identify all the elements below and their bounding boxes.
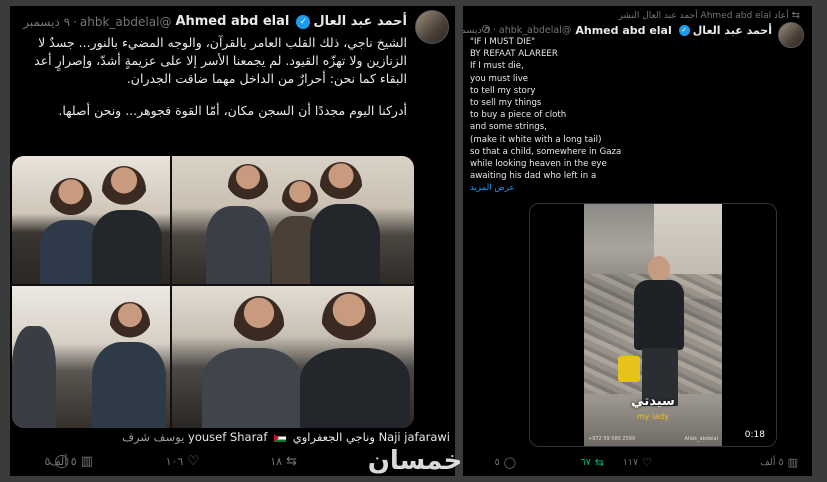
retweeted-by-label: أعاد Ahmed abd elal أحمد عبد العال النشر [618, 10, 789, 21]
like-count: ١٠٦ [165, 455, 184, 468]
author-handle[interactable]: @ahbk_abdelal [499, 25, 571, 36]
tag-yousef[interactable]: yousef Sharaf [188, 430, 267, 444]
video-credit-phone: +972 59 580 2599 [588, 436, 636, 442]
tweet-date[interactable]: ٩ ديسمبر [23, 15, 70, 29]
like-icon: ♡ [187, 454, 199, 469]
retweet-button[interactable]: ⇆ ١٨ [270, 454, 297, 469]
tagged-people[interactable]: Naji jafarawi وناجي الجعفراوي yousef Sha… [70, 430, 450, 444]
tweet-actions: ◯ ٥ ⇆ ٦٧ ♡ ١١٧ ▥ ٥ ألف [463, 456, 812, 474]
video-credit-handle: Ahbk_abdelal [684, 436, 719, 442]
retweet-button[interactable]: ⇆ ٦٧ [581, 456, 604, 469]
retweet-icon: ⇆ [791, 10, 800, 21]
poem-line: BY REFAAT ALAREER [470, 49, 558, 60]
video-subtitle-en: my lady [636, 412, 669, 421]
poem-line: If I must die, [470, 61, 524, 72]
author-name-en[interactable]: Ahmed abd elal [175, 14, 289, 29]
palestine-flag-icon [274, 433, 287, 442]
screenshot-frame: أحمد عبد العال ✓ Ahmed abd elal @ahbk_ab… [0, 0, 827, 482]
tweet-text: الشيخ ناجي، ذلك القلب العامر بالقرآن، وا… [10, 34, 407, 120]
like-icon: ♡ [642, 456, 652, 469]
poem-line: so that a child, somewhere in Gaza [470, 146, 622, 157]
poem-line: and some strings, [470, 122, 547, 133]
video-person [628, 256, 694, 406]
verified-badge-icon: ✓ [678, 25, 690, 36]
video-player[interactable]: سيدتي my lady +972 59 580 2599 Ahbk_abde… [529, 203, 777, 447]
poem-line: while looking heaven in the eye [470, 159, 607, 170]
retweet-count: ٦٧ [580, 457, 591, 468]
retweet-count: ١٨ [270, 455, 283, 468]
poem-line: to buy a piece of cloth [470, 110, 567, 121]
poem-line: to sell my things [470, 98, 542, 109]
tag-naji[interactable]: Naji jafarawi [379, 430, 450, 444]
poem-line: "IF I MUST DIE" [470, 37, 536, 47]
right-tweet[interactable]: ⇆ أعاد Ahmed abd elal أحمد عبد العال الن… [463, 6, 812, 476]
poem-line: awaiting his dad who left in a [470, 171, 597, 182]
tweet-text-line: الزنازين ولا تهزّه القيود. لم يجمعنا الأ… [34, 53, 407, 68]
video-credits: +972 59 580 2599 Ahbk_abdelal [588, 436, 718, 442]
photo-2[interactable] [172, 156, 414, 284]
tweet-text: "IF I MUST DIE" BY REFAAT ALAREER If I m… [470, 36, 621, 195]
tweet-text-line: البقاء كما نحن: أحرارٌ من الداخل مهما ضا… [126, 71, 407, 86]
site-watermark: خمسان [367, 446, 464, 476]
author-name-ar[interactable]: أحمد عبد العال [693, 24, 772, 37]
views-button[interactable]: ▥ ٥ ألف [49, 454, 93, 469]
retweet-icon: ⇆ [594, 456, 604, 469]
separator-dot: · [73, 14, 77, 29]
author-info: أحمد عبد العال ✓ Ahmed abd elal @ahbk_ab… [23, 14, 407, 29]
tweet-date[interactable]: ٦ ديسمبر [463, 25, 490, 36]
author-avatar[interactable] [415, 10, 449, 44]
author-avatar[interactable] [778, 22, 804, 48]
video-frame[interactable]: سيدتي my lady +972 59 580 2599 Ahbk_abde… [584, 204, 722, 446]
photo-3[interactable] [12, 286, 170, 428]
photo-grid[interactable] [12, 156, 414, 428]
views-count: ٥ ألف [49, 455, 77, 468]
like-button[interactable]: ♡ ١١٧ [623, 456, 652, 469]
reply-count: ٥ [494, 457, 500, 468]
poem-line: (make it white with a long tail) [470, 134, 602, 145]
separator-dot: · [492, 25, 496, 36]
verified-badge-icon: ✓ [296, 14, 311, 29]
show-more-link[interactable]: عرض المزيد [470, 182, 621, 194]
tag-naji-ar[interactable]: وناجي الجعفراوي [293, 430, 375, 444]
views-icon: ▥ [787, 456, 798, 469]
like-count: ١١٧ [622, 457, 639, 468]
reply-button[interactable]: ◯ ٥ [495, 456, 516, 469]
tweet-text-line: أدركنا اليوم مجددًا أن السجن مكان، أمّا … [58, 103, 407, 118]
video-subtitle-ar: سيدتي [631, 394, 675, 409]
tag-yousef-ar[interactable]: يوسف شرف [122, 430, 184, 444]
poem-line: you must live [470, 73, 529, 84]
retweet-icon: ⇆ [286, 454, 297, 469]
author-name-ar[interactable]: أحمد عبد العال [313, 14, 407, 29]
left-tweet[interactable]: أحمد عبد العال ✓ Ahmed abd elal @ahbk_ab… [10, 6, 455, 476]
video-duration: 0:18 [741, 430, 768, 440]
views-count: ٥ ألف [760, 457, 784, 468]
photo-4[interactable] [172, 286, 414, 428]
tweet-text-line: الشيخ ناجي، ذلك القلب العامر بالقرآن، وا… [38, 35, 407, 50]
views-button[interactable]: ▥ ٥ ألف [760, 456, 798, 469]
poem-line: to tell my story [470, 85, 536, 96]
reply-icon: ◯ [503, 456, 516, 469]
author-handle[interactable]: @ahbk_abdelal [80, 15, 172, 29]
like-button[interactable]: ♡ ١٠٦ [166, 454, 199, 469]
retweet-context[interactable]: ⇆ أعاد Ahmed abd elal أحمد عبد العال الن… [618, 10, 800, 21]
views-icon: ▥ [80, 454, 93, 469]
photo-1[interactable] [12, 156, 170, 284]
